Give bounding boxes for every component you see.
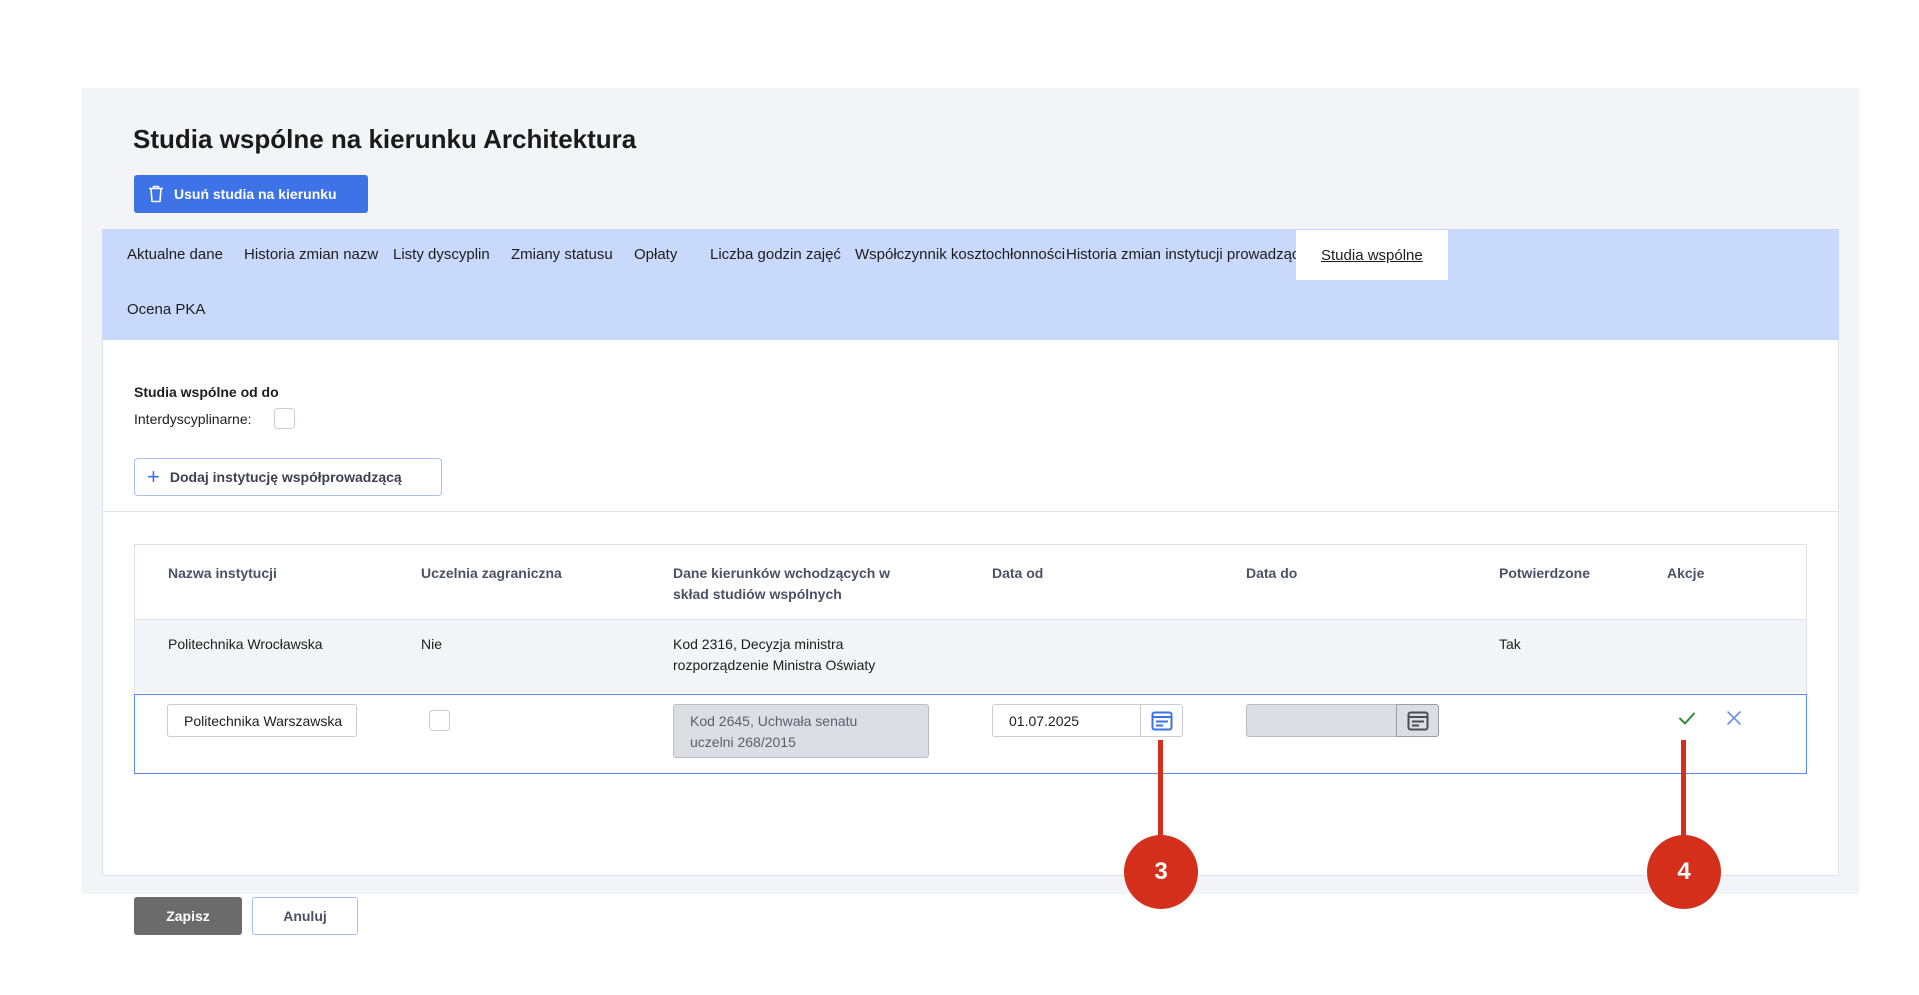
cancel-x-icon[interactable]: [1722, 705, 1746, 731]
dane-line1: Kod 2645, Uchwała senatu: [690, 713, 858, 729]
foreign-university-checkbox[interactable]: [429, 710, 450, 731]
trash-icon: [149, 185, 163, 203]
plus-icon: +: [147, 464, 160, 489]
delete-study-button[interactable]: Usuń studia na kierunku: [134, 175, 368, 213]
row-dane-line1: Kod 2316, Decyzja ministra: [673, 636, 844, 652]
section-label: Studia wspólne od do: [134, 384, 279, 400]
calendar-icon: [1151, 711, 1172, 730]
confirm-check-icon[interactable]: [1674, 705, 1700, 731]
callout-3-badge: 3: [1124, 835, 1198, 909]
header-date-from: Data od: [992, 565, 1044, 581]
row-foreign: Nie: [421, 636, 443, 652]
header-foreign: Uczelnia zagraniczna: [421, 565, 562, 581]
date-from-input[interactable]: 01.07.2025: [992, 704, 1140, 737]
tab-bar: Aktualne dane Historia zmian nazw Listy …: [102, 229, 1839, 340]
page-card: Studia wspólne na kierunku Architektura …: [81, 88, 1859, 935]
row-name: Politechnika Wrocławska: [168, 636, 323, 652]
add-institution-label: Dodaj instytucję współprowadzącą: [169, 469, 402, 485]
header-actions: Akcje: [1667, 565, 1705, 581]
dane-line2: uczelni 268/2015: [690, 734, 796, 750]
divider: [103, 511, 1838, 512]
callout-3-line: [1158, 740, 1163, 840]
row-confirmed: Tak: [1499, 636, 1521, 652]
institution-name-input[interactable]: Politechnika Warszawska: [167, 704, 357, 737]
institution-name-value: Politechnika Warszawska: [184, 712, 343, 729]
header-dane: Dane kierunków wchodzących w skład studi…: [673, 563, 890, 605]
table-row: Politechnika Wrocławska Nie Kod 2316, De…: [135, 619, 1806, 693]
header-dane-line2: skład studiów wspólnych: [673, 586, 842, 602]
add-institution-button[interactable]: + Dodaj instytucję współprowadzącą: [134, 458, 442, 496]
page-title: Studia wspólne na kierunku Architektura: [133, 124, 637, 154]
delete-study-label: Usuń studia na kierunku: [174, 186, 337, 202]
header-dane-line1: Dane kierunków wchodzących w: [673, 565, 891, 581]
row-dane: Kod 2316, Decyzja ministra rozporządzeni…: [673, 634, 875, 676]
date-from-calendar-button[interactable]: [1140, 704, 1183, 737]
row-dane-line2: rozporządzenie Ministra Oświaty: [673, 657, 876, 673]
dane-kierunkow-field: Kod 2645, Uchwała senatu uczelni 268/201…: [673, 704, 929, 758]
tab-ocena-pka[interactable]: Ocena PKA: [102, 284, 230, 335]
calendar-icon: [1407, 711, 1428, 730]
date-to-input: [1246, 704, 1396, 737]
callout-4-line: [1681, 740, 1686, 840]
interdisciplinary-label: Interdyscyplinarne:: [134, 411, 252, 427]
header-confirmed: Potwierdzone: [1499, 565, 1591, 581]
institutions-table: Nazwa instytucji Uczelnia zagraniczna Da…: [134, 544, 1807, 774]
header-date-to: Data do: [1246, 565, 1298, 581]
date-from-value: 01.07.2025: [1009, 712, 1080, 729]
interdisciplinary-checkbox[interactable]: [274, 408, 295, 429]
tab-content: Studia wspólne od do Interdyscyplinarne:…: [102, 340, 1839, 935]
save-button[interactable]: Zapisz: [134, 897, 242, 935]
callout-4-badge: 4: [1647, 835, 1721, 909]
header-name: Nazwa instytucji: [168, 565, 277, 581]
cancel-button[interactable]: Anuluj: [252, 897, 358, 935]
edit-row: Politechnika Warszawska Kod 2645, Uchwał…: [134, 694, 1807, 774]
date-to-calendar-button: [1396, 704, 1439, 737]
tab-studia-wspolne[interactable]: Studia wspólne: [1296, 230, 1448, 280]
